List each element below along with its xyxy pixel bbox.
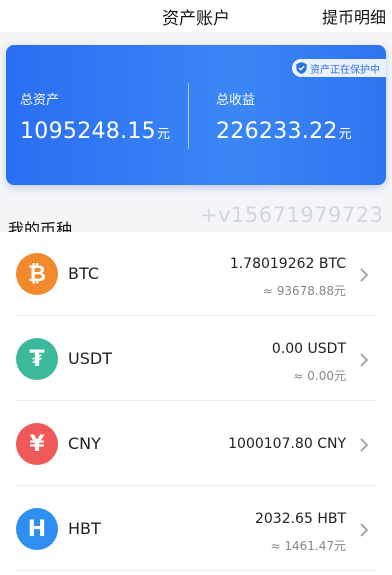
chevron-right-icon: [360, 353, 369, 367]
asset-summary-card: 资产正在保护中 总资产 1095248.15元 总收益 226233.22元: [6, 45, 386, 185]
coin-list: ₿ BTC 1.78019262 BTC ≈ 93678.88元 ₮ USDT …: [0, 232, 392, 575]
hbt-icon: H: [16, 508, 58, 550]
coin-amount: 1.78019262 BTC: [229, 256, 346, 272]
total-income-unit: 元: [338, 127, 352, 142]
coin-value-cny: ≈ 1461.47元: [270, 539, 347, 553]
yuan-icon: ¥: [16, 423, 58, 465]
chevron-right-icon: [360, 523, 369, 537]
protection-badge-text: 资产正在保护中: [310, 64, 380, 76]
coin-row-btc[interactable]: ₿ BTC 1.78019262 BTC ≈ 93678.88元: [0, 232, 392, 316]
coin-symbol: BTC: [68, 264, 99, 283]
total-assets-amount: 1095248.15元: [20, 119, 170, 144]
total-assets-value: 1095248.15: [20, 119, 156, 144]
coin-row-hbt[interactable]: H HBT 2032.65 HBT ≈ 1461.47元: [0, 487, 392, 571]
row-divider: [16, 485, 376, 486]
coin-amount: 1000107.80 CNY: [228, 436, 346, 452]
total-assets-label: 总资产: [20, 93, 60, 108]
row-divider: [16, 570, 376, 571]
coin-value-cny: ≈ 93678.88元: [262, 284, 346, 298]
chevron-right-icon: [360, 438, 369, 452]
coin-symbol: USDT: [68, 349, 112, 368]
row-divider: [16, 315, 376, 316]
shield-icon: [296, 62, 307, 74]
coin-row-usdt[interactable]: ₮ USDT 0.00 USDT ≈ 0.00元: [0, 317, 392, 401]
coin-symbol: HBT: [68, 519, 101, 538]
total-income-value: 226233.22: [216, 119, 338, 144]
contact-watermark: +v15671979723: [200, 203, 384, 227]
coin-amount: 2032.65 HBT: [254, 511, 346, 527]
row-divider: [16, 400, 376, 401]
total-income-label: 总收益: [216, 93, 256, 108]
coin-amount: 0.00 USDT: [271, 341, 346, 357]
total-income-amount: 226233.22元: [216, 119, 352, 144]
withdraw-details-link[interactable]: 提币明细: [322, 4, 386, 28]
card-divider: [188, 83, 189, 149]
tether-icon: ₮: [16, 338, 58, 380]
total-assets-unit: 元: [156, 127, 171, 142]
coin-row-cny[interactable]: ¥ CNY 1000107.80 CNY: [0, 402, 392, 486]
coin-symbol: CNY: [68, 434, 101, 453]
protection-badge: 资产正在保护中: [292, 59, 386, 77]
bitcoin-icon: ₿: [16, 253, 58, 295]
coin-value-cny: ≈ 0.00元: [293, 369, 346, 383]
top-bar: 资产账户 提币明细: [0, 0, 392, 32]
chevron-right-icon: [360, 268, 369, 282]
